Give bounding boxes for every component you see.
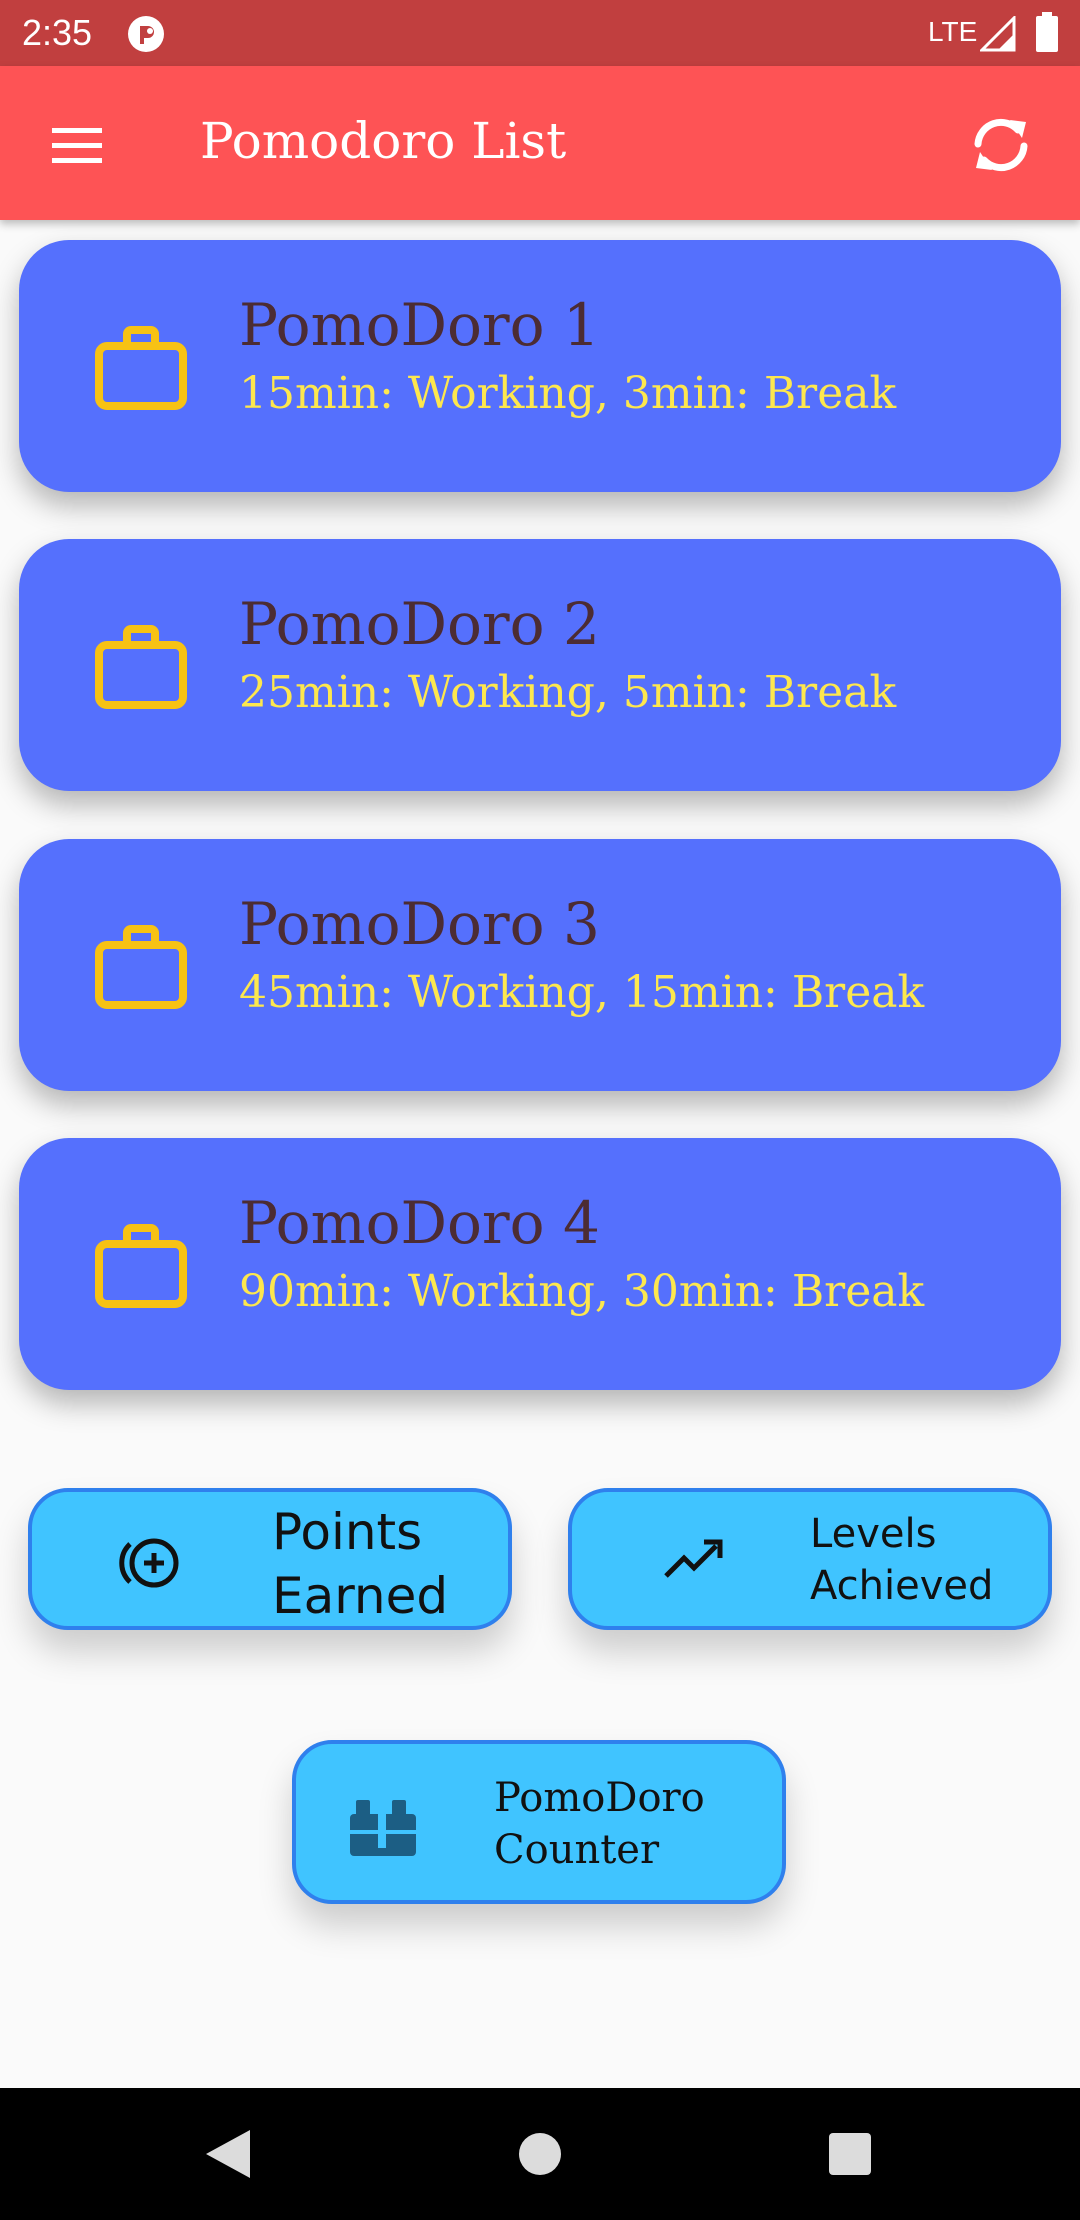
briefcase-icon xyxy=(95,625,187,709)
counter-line-1: PomoDoro xyxy=(494,1775,705,1821)
pomodoro-subtitle: 90min: Working, 30min: Break xyxy=(239,1266,925,1317)
trending-up-icon xyxy=(664,1539,723,1578)
pomodoro-title: PomoDoro 4 xyxy=(239,1189,600,1257)
add-circle-icon xyxy=(119,1538,179,1588)
briefcase-icon xyxy=(95,1224,187,1308)
home-circle-icon[interactable] xyxy=(518,2132,562,2176)
pomodoro-subtitle: 15min: Working, 3min: Break xyxy=(239,368,897,419)
signal-icon xyxy=(980,16,1016,52)
pomodoro-subtitle: 25min: Working, 5min: Break xyxy=(239,667,897,718)
points-line-2: Earned xyxy=(272,1567,449,1625)
hamburger-menu-icon[interactable] xyxy=(36,112,116,172)
app-notification-icon xyxy=(128,16,164,52)
pomodoro-card-4[interactable]: PomoDoro 4 90min: Working, 30min: Break xyxy=(19,1138,1061,1390)
pomodoro-title: PomoDoro 2 xyxy=(239,590,600,658)
points-line-1: Points xyxy=(272,1503,423,1561)
network-type: LTE xyxy=(928,16,978,47)
briefcase-icon xyxy=(95,925,187,1009)
points-earned-label: Points Earned xyxy=(272,1500,448,1628)
points-earned-button[interactable]: Points Earned xyxy=(28,1488,512,1630)
app-bar: Pomodoro List xyxy=(0,66,1080,220)
status-bar: 2:35 LTE xyxy=(0,0,1080,66)
levels-line-1: Levels xyxy=(810,1511,937,1557)
briefcase-icon xyxy=(95,326,187,410)
pomodoro-card-1[interactable]: PomoDoro 1 15min: Working, 3min: Break xyxy=(19,240,1061,492)
status-time: 2:35 xyxy=(22,12,93,53)
levels-achieved-button[interactable]: Levels Achieved xyxy=(568,1488,1052,1630)
pomodoro-card-2[interactable]: PomoDoro 2 25min: Working, 5min: Break xyxy=(19,539,1061,791)
pomodoro-card-3[interactable]: PomoDoro 3 45min: Working, 15min: Break xyxy=(19,839,1061,1091)
page-title: Pomodoro List xyxy=(200,112,567,170)
counter-line-2: Counter xyxy=(494,1827,660,1873)
levels-line-2: Achieved xyxy=(810,1563,994,1609)
sync-icon[interactable] xyxy=(966,110,1036,180)
pomodoro-title: PomoDoro 3 xyxy=(239,890,600,958)
pomodoro-subtitle: 45min: Working, 15min: Break xyxy=(239,967,925,1018)
back-triangle-icon[interactable] xyxy=(202,2128,252,2180)
battery-icon xyxy=(1036,12,1058,52)
recents-square-icon[interactable] xyxy=(828,2132,872,2176)
levels-achieved-label: Levels Achieved xyxy=(810,1508,993,1612)
pomodoro-title: PomoDoro 1 xyxy=(239,291,600,359)
system-navigation-bar xyxy=(0,2088,1080,2220)
toolbox-icon xyxy=(350,1800,416,1856)
pomodoro-counter-label: PomoDoro Counter xyxy=(494,1772,705,1876)
pomodoro-counter-button[interactable]: PomoDoro Counter xyxy=(292,1740,786,1904)
